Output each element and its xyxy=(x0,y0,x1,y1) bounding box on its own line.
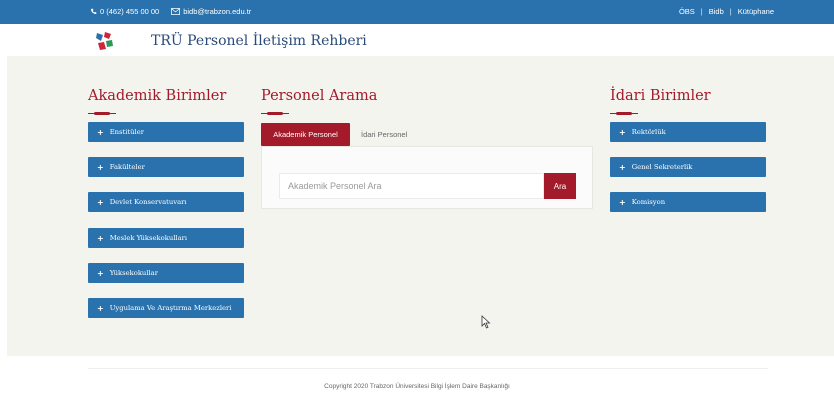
top-bar: 0 (462) 455 00 00 bidb@trabzon.edu.tr ÖB… xyxy=(0,0,834,24)
contact-info: 0 (462) 455 00 00 bidb@trabzon.edu.tr xyxy=(90,7,251,16)
plus-icon: + xyxy=(97,162,104,172)
footer-divider xyxy=(88,368,768,369)
admin-item-label: Genel Sekreterlik xyxy=(631,163,693,171)
plus-icon: + xyxy=(619,162,626,172)
academic-item-label: Meslek Yüksekokulları xyxy=(109,234,188,242)
admin-item-rektorluk[interactable]: + Rektörlük xyxy=(610,122,766,142)
envelope-icon xyxy=(171,8,181,15)
phone-icon xyxy=(91,8,97,14)
admin-item-genel-sekreterlik[interactable]: + Genel Sekreterlik xyxy=(610,157,766,177)
phone-number: 0 (462) 455 00 00 xyxy=(100,7,160,16)
academic-item-devlet-konservatuvari[interactable]: + Devlet Konservatuvarı xyxy=(88,192,244,212)
phone-contact[interactable]: 0 (462) 455 00 00 xyxy=(90,7,159,16)
academic-item-label: Fakülteler xyxy=(109,163,145,171)
separator: | xyxy=(700,7,703,16)
tab-academic-personnel[interactable]: Akademik Personel xyxy=(261,123,350,146)
plus-icon: + xyxy=(619,127,626,137)
admin-item-label: Rektörlük xyxy=(631,128,666,136)
academic-item-label: Uygulama Ve Araştırma Merkezleri xyxy=(109,304,232,312)
academic-item-label: Devlet Konservatuvarı xyxy=(109,198,187,206)
academic-item-fakulteler[interactable]: + Fakülteler xyxy=(88,157,244,177)
admin-item-label: Komisyon xyxy=(631,198,666,206)
plus-icon: + xyxy=(97,197,104,207)
top-links: ÖBS | Bidb | Kütüphane xyxy=(679,7,774,16)
title-underline xyxy=(88,112,116,115)
copyright-text: Copyright 2020 Trabzon Üniversitesi Bilg… xyxy=(324,383,510,390)
admin-units-title: İdari Birimler xyxy=(610,88,711,104)
admin-item-komisyon[interactable]: + Komisyon xyxy=(610,192,766,212)
academic-units-title: Akademik Birimler xyxy=(88,88,227,104)
separator: | xyxy=(729,7,732,16)
link-obs[interactable]: ÖBS xyxy=(679,7,695,16)
tab-admin-personnel[interactable]: İdari Personel xyxy=(361,130,407,139)
title-underline xyxy=(610,112,638,115)
link-kutuphane[interactable]: Kütüphane xyxy=(738,7,774,16)
link-bidb[interactable]: Bidb xyxy=(709,7,724,16)
academic-item-uygulama-arastirma[interactable]: + Uygulama Ve Araştırma Merkezleri xyxy=(88,298,244,318)
site-header: TRÜ Personel İletişim Rehberi xyxy=(0,24,834,56)
personnel-search-title: Personel Arama xyxy=(261,88,378,104)
mouse-cursor-icon xyxy=(481,315,491,329)
search-input[interactable] xyxy=(279,173,544,199)
academic-item-enstituler[interactable]: + Enstitüler xyxy=(88,122,244,142)
university-logo[interactable] xyxy=(93,30,115,52)
plus-icon: + xyxy=(97,127,104,137)
page-title: TRÜ Personel İletişim Rehberi xyxy=(151,33,367,49)
title-underline xyxy=(261,112,289,115)
plus-icon: + xyxy=(97,233,104,243)
email-contact[interactable]: bidb@trabzon.edu.tr xyxy=(171,7,251,16)
academic-item-meslek-yuksekokullari[interactable]: + Meslek Yüksekokulları xyxy=(88,228,244,248)
plus-icon: + xyxy=(97,268,104,278)
academic-item-label: Yüksekokullar xyxy=(109,269,158,277)
email-address: bidb@trabzon.edu.tr xyxy=(183,7,252,16)
academic-item-yuksekokullar[interactable]: + Yüksekokullar xyxy=(88,263,244,283)
academic-item-label: Enstitüler xyxy=(109,128,144,136)
plus-icon: + xyxy=(97,303,104,313)
search-button[interactable]: Ara xyxy=(544,173,576,199)
plus-icon: + xyxy=(619,197,626,207)
